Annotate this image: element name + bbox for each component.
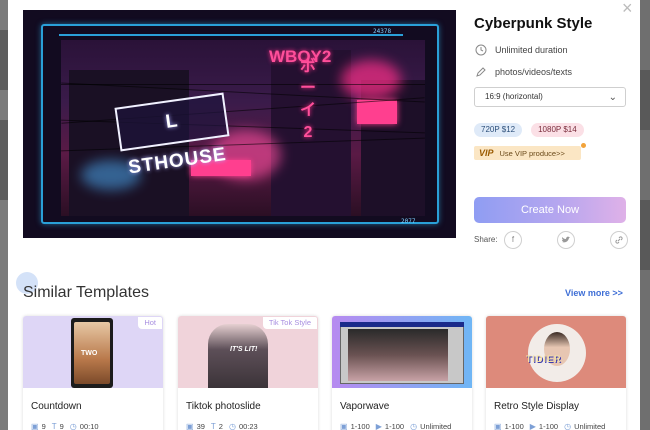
text-icon: T [51, 422, 57, 430]
vip-badge: VIP [479, 148, 494, 158]
preview-image: L STHOUSE WBOY2 ボーイ2 [61, 40, 425, 216]
tiktok-style-badge: Tik Tok Style [262, 317, 317, 329]
create-now-button[interactable]: Create Now [474, 197, 626, 223]
duration-value: 00:10 [79, 422, 99, 430]
template-name: Retro Style Display [494, 401, 580, 412]
chevron-down-icon: ⌄ [608, 92, 617, 103]
template-stats: ▣ 39 T2 ◷ 00:23 [186, 422, 264, 430]
retro-window-titlebar [340, 322, 464, 327]
template-detail-modal: 24378 2077 L STHOUSE WBOY2 ボーイ2 × Cyberp… [8, 0, 640, 430]
video-count: 1-100 [538, 422, 559, 430]
template-stats: ▣ 1-100 ▶ 1-100 ◷ Unlimited [494, 422, 611, 430]
image-icon: ▣ [340, 422, 348, 430]
image-icon: ▣ [31, 422, 39, 430]
duration-info: Unlimited duration [474, 43, 568, 56]
background-block [640, 70, 650, 130]
price-options: 720P $12 1080P $14 [474, 123, 584, 137]
view-more-link[interactable]: View more >> [565, 288, 623, 298]
person-photo [208, 324, 268, 388]
video-icon: ▶ [375, 422, 382, 430]
vip-label: Use VIP produce>> [499, 148, 565, 158]
clock-icon [474, 43, 487, 56]
template-preview[interactable]: 24378 2077 L STHOUSE WBOY2 ボーイ2 [23, 10, 456, 238]
neon-frame-bar [59, 34, 403, 36]
preview-corner-code: 24378 [373, 28, 392, 35]
twitter-icon[interactable] [557, 231, 575, 249]
text-icon: T [210, 422, 216, 430]
media-label: photos/videos/texts [495, 66, 573, 77]
template-thumbnail: TIDIER [486, 316, 626, 388]
template-card-countdown[interactable]: TWO Hot Countdown ▣ 9 T9 ◷ 00:10 [23, 316, 163, 430]
facebook-icon[interactable]: f [504, 231, 522, 249]
duration-label: Unlimited duration [495, 44, 568, 55]
image-count: 1-100 [504, 422, 524, 430]
background-block [0, 30, 8, 90]
price-1080p-tag[interactable]: 1080P $14 [531, 123, 584, 137]
image-count: 39 [196, 422, 205, 430]
clock-icon: ◷ [410, 422, 418, 430]
template-stats: ▣ 9 T9 ◷ 00:10 [31, 422, 105, 430]
neon-glow [341, 60, 401, 100]
aspect-ratio-select[interactable]: 16:9 (horizontal) ⌄ [474, 87, 626, 107]
aspect-ratio-value: 16:9 (horizontal) [485, 92, 543, 101]
background-block [640, 200, 650, 270]
clock-icon: ◷ [228, 422, 236, 430]
background-left-strip [0, 0, 8, 430]
preview-corner-code: 2077 [401, 218, 416, 225]
duration-value: Unlimited [420, 422, 452, 430]
text-count: 9 [59, 422, 64, 430]
neon-vertical-text: ボーイ2 [299, 58, 316, 141]
template-card-retro-display[interactable]: TIDIER Retro Style Display ▣ 1-100 ▶ 1-100… [486, 316, 626, 430]
template-card-vaporwave[interactable]: Vaporwave ▣ 1-100 ▶ 1-100 ◷ Unlimited [332, 316, 472, 430]
edit-icon [474, 65, 487, 78]
template-name: Countdown [31, 401, 82, 412]
share-label: Share: [474, 235, 498, 244]
neon-sign-strip [357, 100, 397, 124]
neon-vertical-text: WBOY2 [269, 46, 331, 67]
template-name: Vaporwave [340, 401, 390, 412]
background-right-strip [640, 0, 650, 430]
thumbnail-caption: IT'S LIT! [230, 346, 258, 353]
duration-value: 00:23 [238, 422, 258, 430]
image-count: 1-100 [350, 422, 370, 430]
price-720p-tag[interactable]: 720P $12 [474, 123, 523, 137]
template-thumbnail: IT'S LIT! Tik Tok Style [178, 316, 318, 388]
background-block [0, 120, 8, 200]
template-card-tiktok[interactable]: IT'S LIT! Tik Tok Style Tiktok photoslid… [178, 316, 318, 430]
link-icon[interactable] [610, 231, 628, 249]
share-row: Share: f [474, 231, 628, 249]
template-title: Cyberpunk Style [474, 15, 593, 32]
similar-templates-heading: Similar Templates [23, 284, 149, 301]
thumbnail-caption: TWO [81, 350, 98, 357]
portrait-photo [348, 329, 448, 381]
clock-icon: ◷ [564, 422, 572, 430]
template-thumbnail [332, 316, 472, 388]
clock-icon: ◷ [69, 422, 77, 430]
text-count: 2 [218, 422, 223, 430]
image-icon: ▣ [186, 422, 194, 430]
video-icon: ▶ [529, 422, 536, 430]
media-info: photos/videos/texts [474, 65, 572, 78]
close-icon[interactable]: × [622, 0, 633, 19]
image-icon: ▣ [494, 422, 502, 430]
hot-badge: Hot [138, 317, 162, 329]
vip-produce-link[interactable]: VIP Use VIP produce>> [474, 143, 586, 160]
image-count: 9 [41, 422, 46, 430]
thumbnail-caption: TIDIER [526, 354, 562, 364]
notification-dot [581, 143, 586, 148]
template-thumbnail: TWO Hot [23, 316, 163, 388]
template-name: Tiktok photoslide [186, 401, 261, 412]
duration-value: Unlimited [574, 422, 606, 430]
video-count: 1-100 [384, 422, 405, 430]
template-stats: ▣ 1-100 ▶ 1-100 ◷ Unlimited [340, 422, 457, 430]
